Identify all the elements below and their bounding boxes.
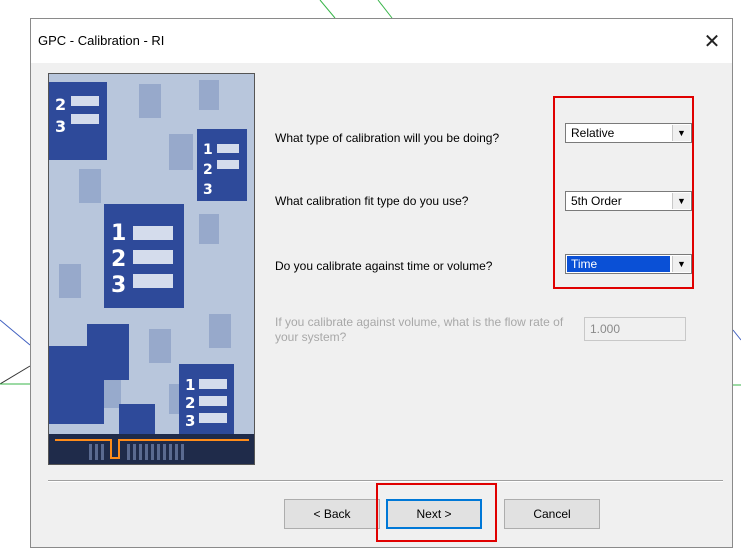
calibration-type-label: What type of calibration will you be doi… — [275, 131, 500, 145]
svg-text:2: 2 — [111, 247, 126, 272]
svg-text:2: 2 — [185, 394, 195, 412]
back-button[interactable]: < Back — [284, 499, 380, 529]
cancel-button[interactable]: Cancel — [504, 499, 600, 529]
svg-text:2: 2 — [55, 95, 66, 114]
svg-text:1: 1 — [111, 221, 126, 246]
svg-text:3: 3 — [55, 117, 66, 136]
svg-text:1: 1 — [185, 376, 195, 394]
window-title: GPC - Calibration - RI — [38, 33, 165, 48]
close-icon[interactable]: ✕ — [692, 19, 732, 63]
wizard-illustration: 2 3 1 2 3 1 2 3 1 2 3 — [48, 73, 255, 465]
fit-type-label: What calibration fit type do you use? — [275, 194, 469, 208]
next-button-highlight-box — [376, 483, 497, 542]
svg-text:3: 3 — [203, 182, 213, 198]
flow-rate-field: 1.000 — [584, 317, 686, 341]
dropdowns-highlight-box — [553, 96, 694, 289]
title-bar: GPC - Calibration - RI ✕ — [31, 19, 732, 63]
numbered-pages-graphic: 2 3 1 2 3 1 2 3 1 2 3 — [49, 74, 254, 464]
svg-text:2: 2 — [203, 162, 213, 178]
flow-rate-label: If you calibrate against volume, what is… — [275, 315, 564, 344]
svg-text:1: 1 — [203, 142, 213, 158]
svg-text:3: 3 — [111, 273, 126, 298]
time-or-volume-label: Do you calibrate against time or volume? — [275, 259, 493, 273]
footer-divider — [48, 480, 723, 482]
svg-text:3: 3 — [185, 412, 195, 430]
